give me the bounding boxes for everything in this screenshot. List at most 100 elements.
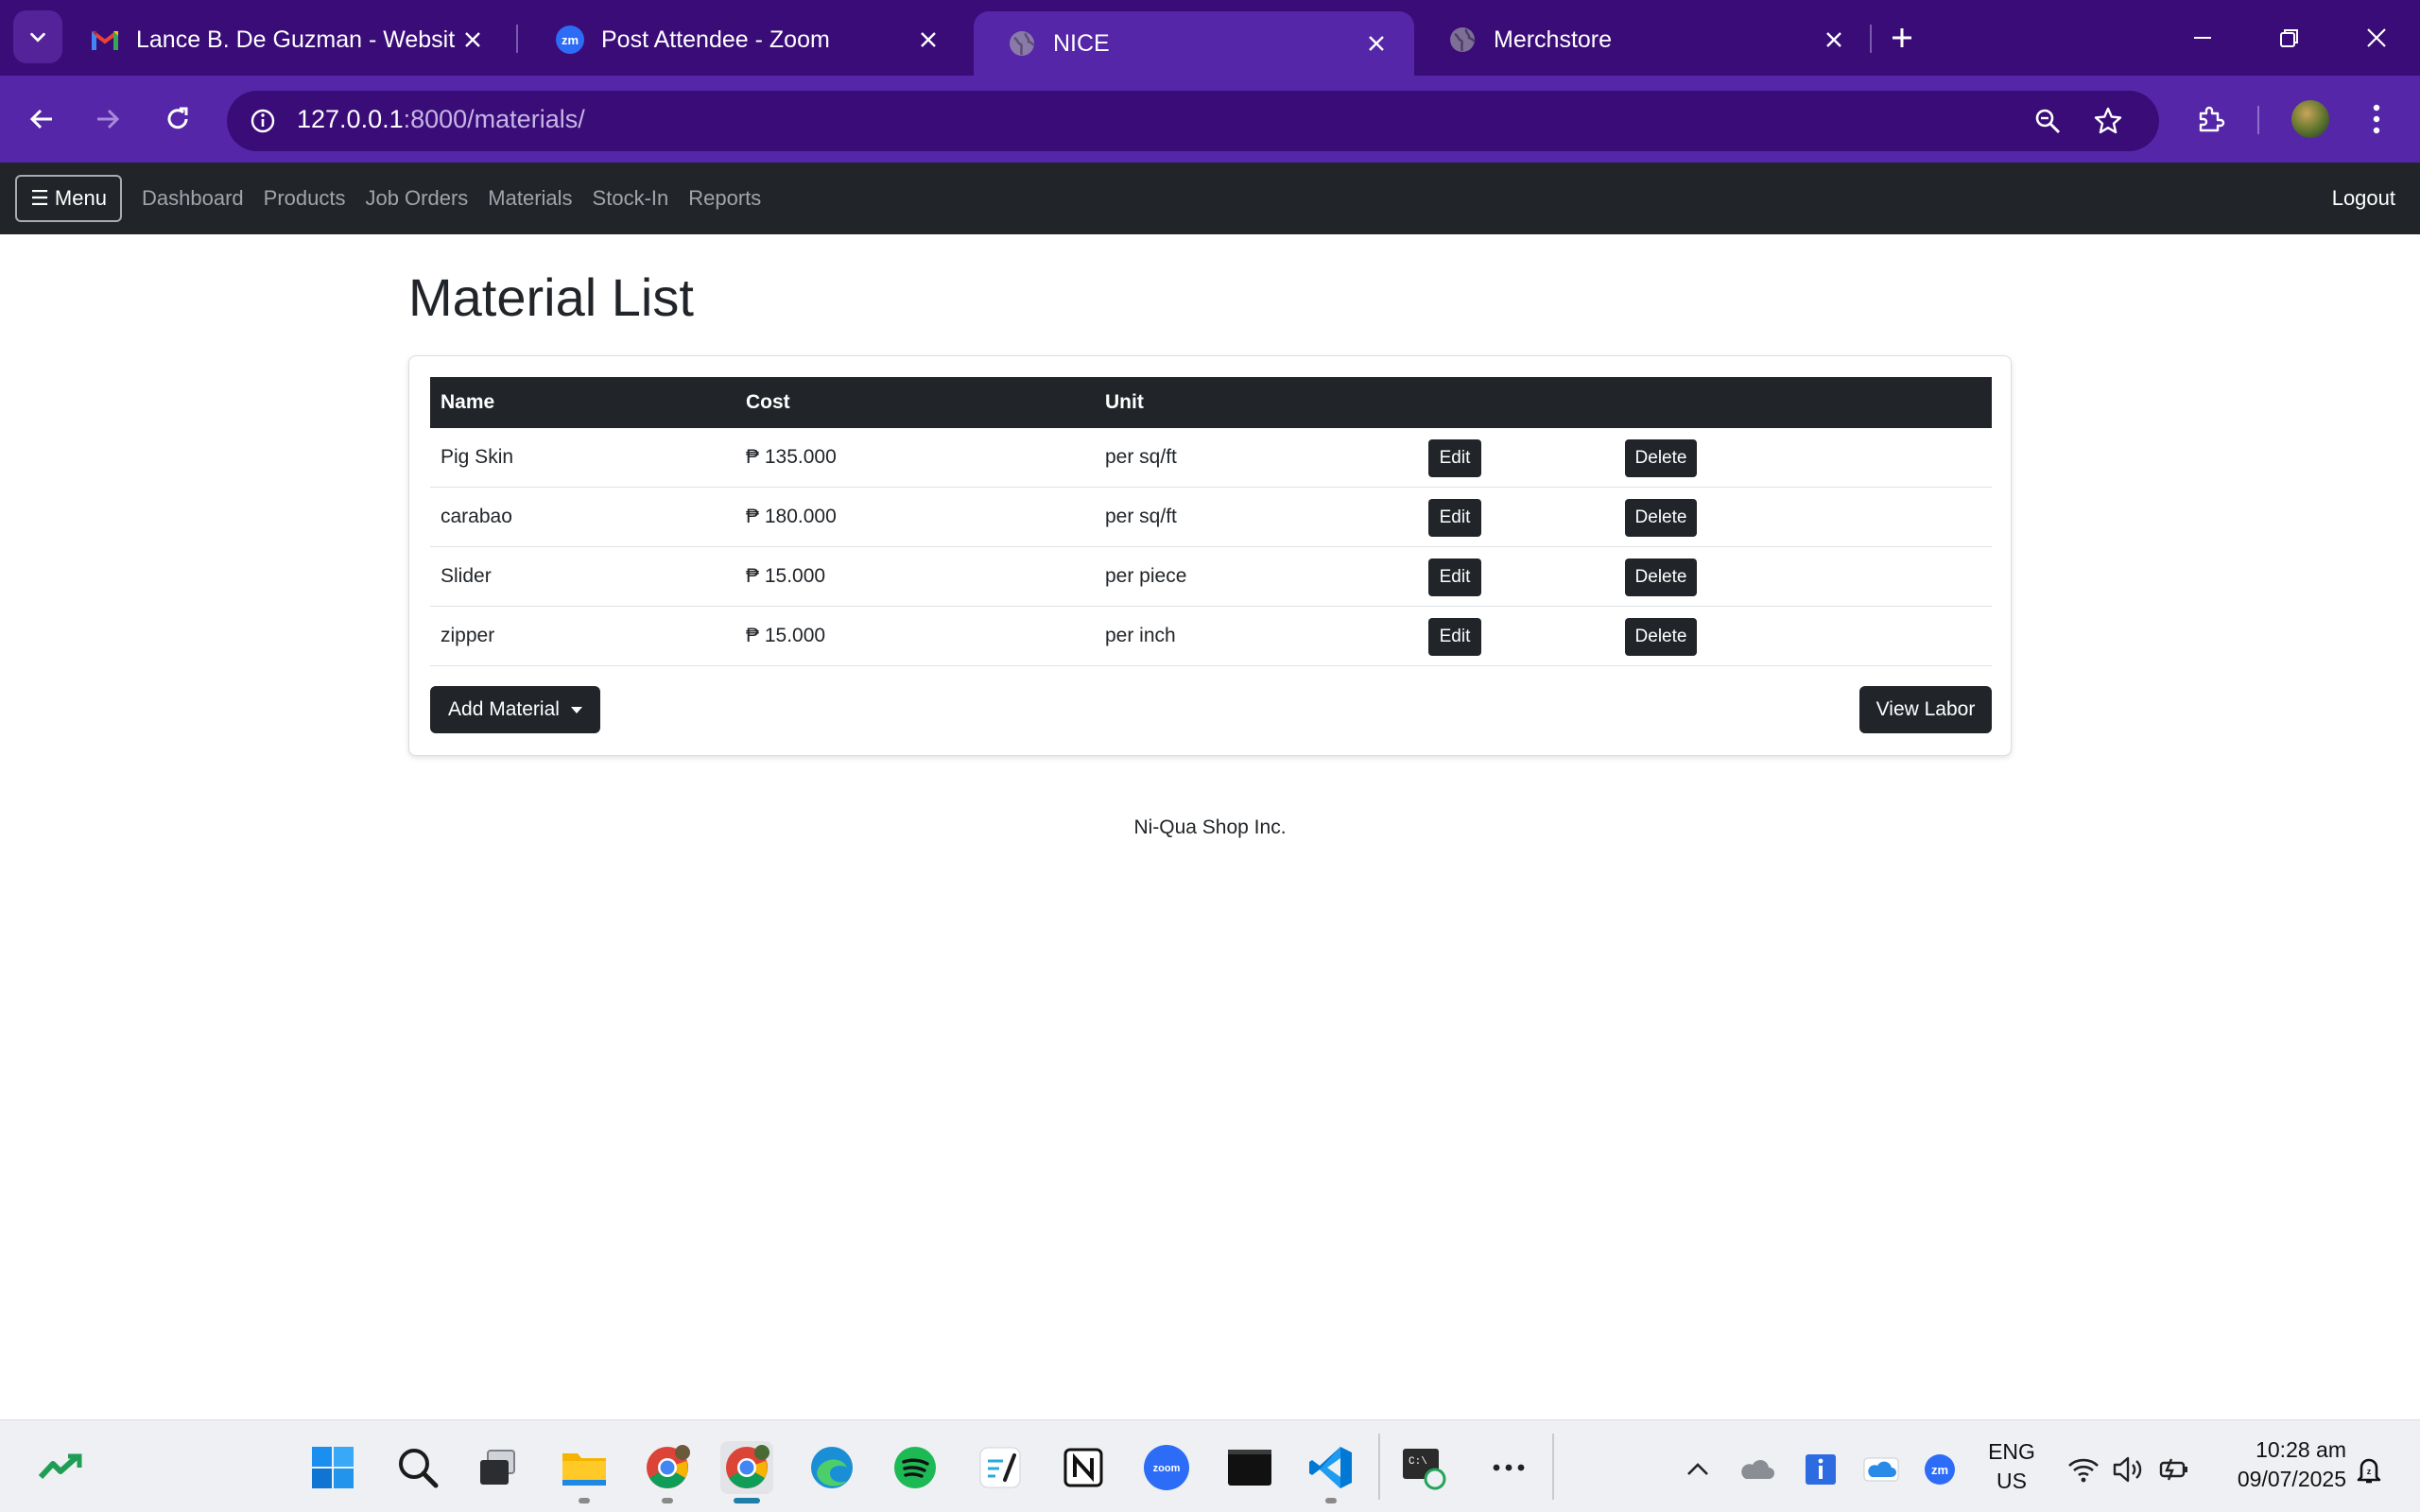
url-path: :8000/materials/ xyxy=(403,105,585,133)
globe-icon xyxy=(1008,29,1036,58)
close-tab-icon[interactable] xyxy=(456,23,490,57)
column-header-cost: Cost xyxy=(746,391,790,413)
taskbar-divider xyxy=(1552,1434,1554,1500)
delete-button[interactable]: Delete xyxy=(1625,499,1697,537)
extensions-icon[interactable] xyxy=(2187,96,2233,142)
edge-icon[interactable] xyxy=(805,1441,858,1494)
minimize-button[interactable] xyxy=(2180,15,2225,60)
spotify-icon[interactable] xyxy=(889,1441,942,1494)
site-info-icon[interactable] xyxy=(244,102,282,140)
profile-avatar[interactable] xyxy=(2291,100,2329,138)
delete-button[interactable]: Delete xyxy=(1625,439,1697,477)
more-menu-icon[interactable] xyxy=(2358,96,2395,142)
tab-title: Lance B. De Guzman - Website xyxy=(136,26,456,53)
tab-title: NICE xyxy=(1053,29,1110,57)
add-material-label: Add Material xyxy=(448,698,560,720)
close-window-button[interactable] xyxy=(2354,15,2399,60)
show-hidden-icons-chevron-icon[interactable] xyxy=(1679,1451,1717,1488)
reload-button[interactable] xyxy=(155,96,200,142)
toolbar-divider xyxy=(2257,106,2259,134)
wifi-icon[interactable] xyxy=(2065,1451,2102,1488)
clock[interactable]: 10:28 am 09/07/2025 xyxy=(2203,1437,2346,1492)
close-tab-icon[interactable] xyxy=(1359,26,1393,60)
reload-icon xyxy=(167,107,188,129)
tab-merchstore[interactable]: Merchstore xyxy=(1414,11,1872,68)
material-cost: ₱ 15.000 xyxy=(746,625,826,646)
notion-icon[interactable] xyxy=(1057,1441,1110,1494)
minimize-icon xyxy=(2194,37,2211,39)
material-name: Pig Skin xyxy=(441,446,514,468)
tab-search-button[interactable] xyxy=(13,10,62,63)
tab-zoom[interactable]: zm Post Attendee - Zoom xyxy=(522,11,966,68)
page-title: Material List xyxy=(408,267,694,327)
close-tab-icon[interactable] xyxy=(911,23,945,57)
nav-link-products[interactable]: Products xyxy=(264,186,346,211)
notifications-bell-icon[interactable]: z xyxy=(2350,1451,2388,1488)
zoom-app-icon[interactable]: zoom xyxy=(1140,1441,1193,1494)
onedrive-icon[interactable] xyxy=(1862,1451,1900,1488)
tab-separator xyxy=(516,25,518,53)
view-labor-button[interactable]: View Labor xyxy=(1859,686,1992,733)
column-header-unit: Unit xyxy=(1105,391,1144,413)
edit-button[interactable]: Edit xyxy=(1428,499,1481,537)
search-icon[interactable] xyxy=(391,1441,444,1494)
chrome-active-icon[interactable] xyxy=(720,1441,773,1494)
browser-toolbar: 127.0.0.1:8000/materials/ xyxy=(0,76,2420,163)
volume-icon[interactable] xyxy=(2110,1451,2148,1488)
new-tab-button[interactable] xyxy=(1883,19,1921,57)
add-material-dropdown-button[interactable]: Add Material xyxy=(430,686,600,733)
zoom-tray-icon[interactable]: zm xyxy=(1921,1451,1959,1488)
writing-app-icon[interactable] xyxy=(974,1441,1027,1494)
task-view-icon[interactable] xyxy=(471,1441,524,1494)
more-apps-icon[interactable] xyxy=(1482,1441,1535,1494)
url-text[interactable]: 127.0.0.1:8000/materials/ xyxy=(297,105,585,134)
edit-button[interactable]: Edit xyxy=(1428,618,1481,656)
address-bar[interactable]: 127.0.0.1:8000/materials/ xyxy=(227,91,2159,151)
material-unit: per piece xyxy=(1105,565,1187,587)
nav-link-reports[interactable]: Reports xyxy=(688,186,761,211)
tab-nice[interactable]: NICE xyxy=(974,11,1414,76)
forward-button[interactable] xyxy=(85,96,130,142)
language-indicator[interactable]: ENG US xyxy=(1985,1439,2038,1494)
tab-title: Merchstore xyxy=(1494,26,1613,53)
app-navbar: ☰ Menu Dashboard Products Job Orders Mat… xyxy=(0,163,2420,234)
active-indicator xyxy=(734,1498,760,1503)
material-unit: per sq/ft xyxy=(1105,506,1177,527)
file-explorer-icon[interactable] xyxy=(558,1441,611,1494)
logout-link[interactable]: Logout xyxy=(2332,163,2395,234)
globe-icon xyxy=(1448,26,1477,54)
delete-button[interactable]: Delete xyxy=(1625,618,1697,656)
windows-start-icon[interactable] xyxy=(306,1441,359,1494)
onedrive-grey-icon[interactable] xyxy=(1737,1451,1775,1488)
zoom-icon: zm xyxy=(556,26,584,54)
stocks-widget-icon[interactable] xyxy=(34,1441,87,1494)
material-cost: ₱ 15.000 xyxy=(746,565,826,587)
zoom-icon[interactable] xyxy=(2029,102,2066,140)
delete-button[interactable]: Delete xyxy=(1625,558,1697,596)
restore-button[interactable] xyxy=(2267,15,2312,60)
terminal-window-icon[interactable] xyxy=(1223,1441,1276,1494)
nav-link-stock-in[interactable]: Stock-In xyxy=(593,186,669,211)
nav-link-dashboard[interactable]: Dashboard xyxy=(142,186,244,211)
clock-date: 09/07/2025 xyxy=(2237,1467,2346,1491)
close-tab-icon[interactable] xyxy=(1817,23,1851,57)
material-name: zipper xyxy=(441,625,495,646)
battery-charging-icon[interactable] xyxy=(2155,1451,2193,1488)
material-cost: ₱ 180.000 xyxy=(746,506,837,527)
edit-button[interactable]: Edit xyxy=(1428,558,1481,596)
svg-text:zoom: zoom xyxy=(1153,1463,1181,1474)
nav-link-materials[interactable]: Materials xyxy=(488,186,572,211)
chrome-profile-icon[interactable] xyxy=(641,1441,694,1494)
bookmark-star-icon[interactable] xyxy=(2089,102,2127,140)
nav-link-job-orders[interactable]: Job Orders xyxy=(365,186,468,211)
edit-button[interactable]: Edit xyxy=(1428,439,1481,477)
back-button[interactable] xyxy=(19,96,64,142)
url-host: 127.0.0.1 xyxy=(297,105,404,133)
info-app-icon[interactable] xyxy=(1802,1451,1840,1488)
vscode-icon[interactable] xyxy=(1305,1441,1357,1494)
svg-text:zm: zm xyxy=(562,33,579,47)
command-prompt-icon[interactable]: C:\ xyxy=(1397,1441,1450,1494)
menu-button[interactable]: ☰ Menu xyxy=(15,175,122,222)
chevron-down-icon xyxy=(30,32,45,43)
tab-gmail[interactable]: Lance B. De Guzman - Website xyxy=(57,11,510,68)
